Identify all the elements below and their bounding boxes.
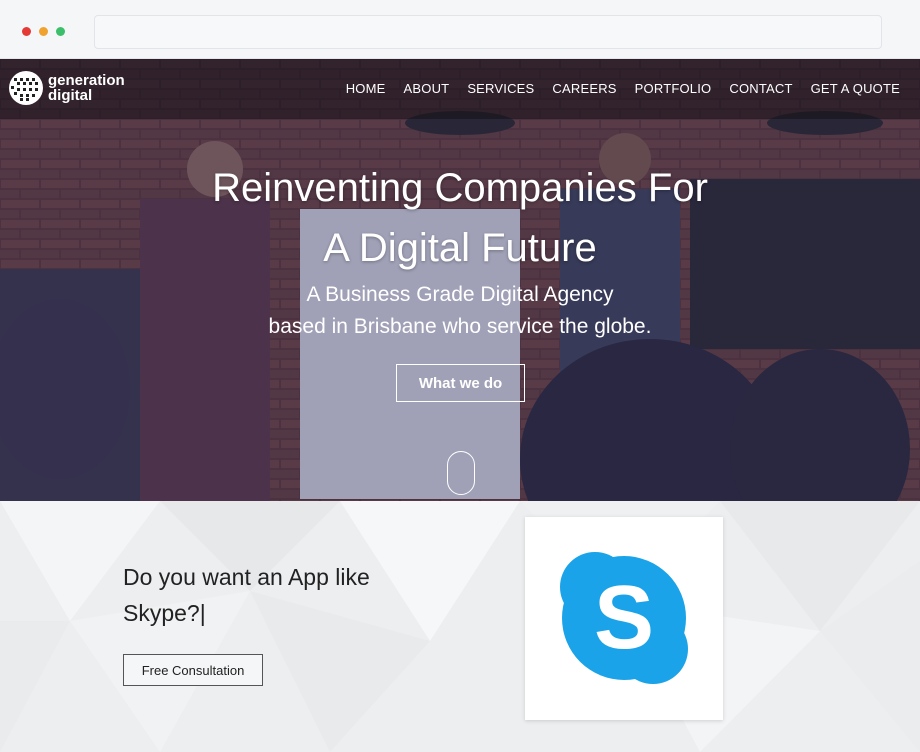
skype-logo-letter: S xyxy=(594,568,654,668)
promo-section: Do you want an App like Skype?| Free Con… xyxy=(0,501,920,752)
hero-subtitle-line-1: A Business Grade Digital Agency xyxy=(306,283,614,306)
nav-services[interactable]: SERVICES xyxy=(467,81,534,96)
hero-subtitle-line-2: based in Brisbane who service the globe. xyxy=(268,315,652,338)
skype-logo-icon: S xyxy=(560,552,688,684)
browser-chrome xyxy=(0,0,920,59)
nav-get-a-quote[interactable]: GET A QUOTE xyxy=(811,81,900,96)
scroll-down-indicator-icon[interactable] xyxy=(447,451,475,495)
what-we-do-button[interactable]: What we do xyxy=(396,364,525,402)
hero-title-line-2: A Digital Future xyxy=(323,226,597,270)
nav-home[interactable]: HOME xyxy=(346,81,386,96)
site-navbar: generation digital HOME ABOUT SERVICES C… xyxy=(0,59,920,119)
app-logo-card: S xyxy=(525,517,723,720)
hero-section: generation digital HOME ABOUT SERVICES C… xyxy=(0,59,920,501)
promo-question-line-2: Skype?| xyxy=(123,600,206,626)
promo-question-line-1: Do you want an App like xyxy=(123,564,370,590)
logo-wordmark[interactable]: generation digital xyxy=(48,73,125,103)
free-consultation-button[interactable]: Free Consultation xyxy=(123,654,263,686)
nav-portfolio[interactable]: PORTFOLIO xyxy=(635,81,712,96)
nav-contact[interactable]: CONTACT xyxy=(729,81,792,96)
minimize-window-dot[interactable] xyxy=(39,27,48,36)
main-nav: HOME ABOUT SERVICES CAREERS PORTFOLIO CO… xyxy=(346,81,900,96)
nav-about[interactable]: ABOUT xyxy=(404,81,450,96)
generation-digital-logo-icon[interactable] xyxy=(8,70,44,106)
logo-line-2: digital xyxy=(48,87,93,104)
close-window-dot[interactable] xyxy=(22,27,31,36)
address-bar[interactable] xyxy=(94,15,882,49)
logo-line-1: generation xyxy=(48,72,125,89)
nav-careers[interactable]: CAREERS xyxy=(552,81,616,96)
hero-title-line-1: Reinventing Companies For xyxy=(212,166,708,210)
maximize-window-dot[interactable] xyxy=(56,27,65,36)
